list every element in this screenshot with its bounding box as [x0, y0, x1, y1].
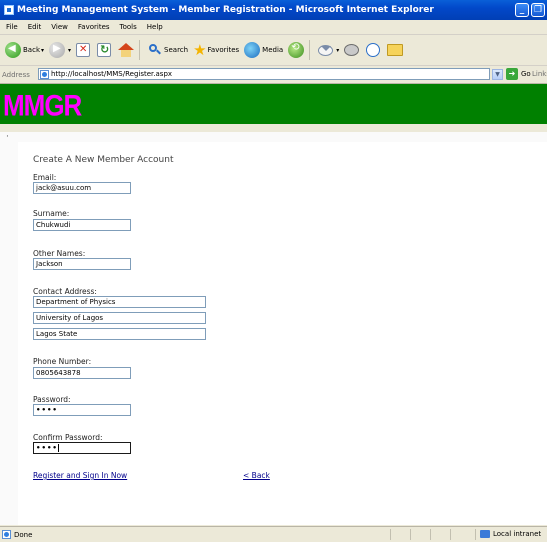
back-link[interactable]: < Back — [243, 471, 270, 480]
phone-label: Phone Number: — [33, 357, 92, 366]
forward-button[interactable]: ▾ — [49, 42, 71, 58]
status-text: Done — [14, 530, 33, 539]
menu-favorites[interactable]: Favorites — [78, 23, 110, 31]
restore-button[interactable]: ❐ — [531, 3, 545, 17]
phone-field[interactable]: 0805643878 — [33, 367, 131, 379]
page-icon — [40, 69, 49, 79]
confirm-password-field[interactable]: •••• — [33, 442, 131, 454]
history-button[interactable] — [288, 42, 306, 58]
ie-page-icon — [4, 5, 14, 15]
edit-page-icon — [366, 43, 381, 57]
site-banner: MMGR — [0, 84, 547, 124]
history-icon — [288, 42, 305, 58]
confirm-password-mask: •••• — [36, 444, 58, 452]
page-done-icon — [2, 530, 11, 539]
register-sign-in-link[interactable]: Register and Sign In Now — [33, 471, 127, 480]
address-line1-field[interactable]: Department of Physics — [33, 296, 206, 308]
contact-address-label: Contact Address: — [33, 287, 97, 296]
status-panel — [410, 529, 411, 540]
page-dot: · — [6, 132, 9, 142]
back-label: Back — [23, 46, 40, 54]
address-bar: Address http://localhost/MMS/Register.as… — [0, 66, 547, 84]
media-label: Media — [262, 46, 284, 54]
menu-help[interactable]: Help — [147, 23, 163, 31]
email-field[interactable]: jack@asuu.com — [33, 182, 131, 194]
text-cursor — [57, 444, 59, 452]
home-icon — [118, 43, 135, 57]
back-button[interactable]: Back ▾ — [5, 42, 44, 58]
address-input[interactable]: http://localhost/MMS/Register.aspx — [38, 68, 490, 80]
back-arrow-icon — [5, 42, 21, 58]
search-label: Search — [164, 46, 189, 54]
search-button[interactable]: Search — [148, 43, 188, 57]
status-panel — [475, 529, 476, 540]
menu-bar: File Edit View Favorites Tools Help — [0, 20, 547, 35]
zone-label: Local intranet — [493, 530, 542, 538]
intranet-icon — [480, 530, 490, 538]
status-bar: Done Local intranet — [0, 526, 547, 542]
address-line3-field[interactable]: Lagos State — [33, 328, 206, 340]
password-field[interactable]: •••• — [33, 404, 131, 416]
favorites-star-icon: ★ — [193, 41, 207, 59]
home-button[interactable] — [118, 43, 136, 57]
forward-dropdown-icon: ▾ — [68, 46, 72, 54]
menu-file[interactable]: File — [6, 23, 18, 31]
print-button[interactable] — [344, 44, 361, 56]
form-title: Create A New Member Account — [33, 155, 174, 165]
status-panel — [450, 529, 451, 540]
status-panel — [430, 529, 431, 540]
links-toolbar[interactable]: Links — [532, 70, 547, 78]
address-url: http://localhost/MMS/Register.aspx — [51, 70, 173, 78]
media-button[interactable]: Media — [244, 42, 283, 58]
search-icon — [148, 43, 162, 57]
confirm-password-label: Confirm Password: — [33, 433, 103, 442]
mail-button[interactable]: ▾ — [318, 44, 340, 56]
back-dropdown-icon: ▾ — [41, 46, 45, 54]
email-label: Email: — [33, 173, 57, 182]
folder-icon — [387, 44, 404, 56]
folder-button[interactable] — [387, 44, 405, 56]
refresh-button[interactable] — [97, 43, 113, 57]
minimize-button[interactable]: _ — [515, 3, 529, 17]
window-title: Meeting Management System - Member Regis… — [17, 5, 434, 15]
media-icon — [244, 42, 261, 58]
menu-edit[interactable]: Edit — [28, 23, 42, 31]
mail-dropdown-icon: ▾ — [336, 46, 340, 54]
refresh-icon — [97, 43, 112, 57]
edit-button[interactable] — [366, 43, 382, 57]
status-panel — [390, 529, 391, 540]
mail-icon — [318, 44, 334, 56]
title-bar: Meeting Management System - Member Regis… — [0, 0, 547, 20]
standard-toolbar: Back ▾ ▾ Search ★ Favorites Media ▾ — [0, 35, 547, 66]
registration-form: Create A New Member Account Email: jack@… — [18, 142, 547, 525]
address-line2-field[interactable]: University of Lagos — [33, 312, 206, 324]
stop-icon — [76, 43, 91, 57]
password-label: Password: — [33, 395, 71, 404]
go-arrow-icon: ➜ — [506, 68, 518, 80]
toolbar-separator — [309, 40, 311, 60]
other-names-label: Other Names: — [33, 249, 86, 258]
toolbar-separator — [139, 40, 141, 60]
site-logo: MMGR — [3, 88, 82, 123]
banner-separator — [0, 124, 547, 132]
favorites-button[interactable]: ★ Favorites — [193, 41, 239, 59]
other-names-field[interactable]: Jackson — [33, 258, 131, 270]
forward-arrow-icon — [49, 42, 66, 58]
page-viewport: MMGR · Create A New Member Account Email… — [0, 84, 547, 525]
go-button[interactable]: ➜ Go — [506, 68, 531, 80]
surname-field[interactable]: Chukwudi — [33, 219, 131, 231]
favorites-label: Favorites — [207, 46, 240, 54]
address-label: Address — [2, 70, 30, 79]
go-label: Go — [521, 70, 531, 78]
print-icon — [344, 44, 360, 56]
menu-view[interactable]: View — [51, 23, 68, 31]
address-dropdown-button[interactable]: ▼ — [492, 69, 503, 80]
surname-label: Surname: — [33, 209, 70, 218]
stop-button[interactable] — [76, 43, 92, 57]
security-zone: Local intranet — [480, 530, 541, 538]
menu-tools[interactable]: Tools — [120, 23, 137, 31]
